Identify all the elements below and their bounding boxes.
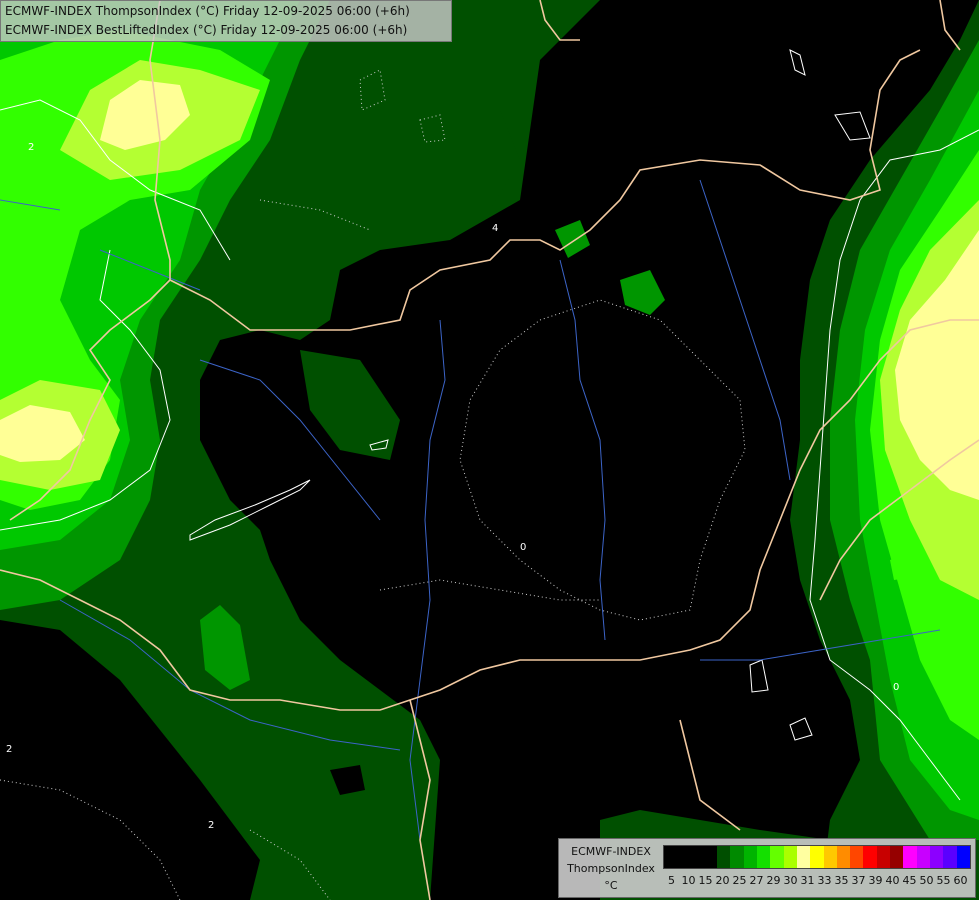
legend-tick-label: 33 xyxy=(817,874,832,887)
legend-unit: °C xyxy=(604,879,618,892)
legend-swatch xyxy=(664,846,678,868)
map-canvas: 2 2 2 4 0 0 xyxy=(0,0,979,900)
legend-tick-label: 27 xyxy=(749,874,764,887)
legend-tick-label: 20 xyxy=(715,874,730,887)
legend-swatch xyxy=(730,846,744,868)
legend-title-index: ThompsonIndex xyxy=(567,862,655,875)
contour-label-1: 2 xyxy=(28,142,34,153)
legend-tick-label: 45 xyxy=(902,874,917,887)
legend-tick-label: 40 xyxy=(885,874,900,887)
contour-label-3: 2 xyxy=(208,820,214,831)
legend-color-bar xyxy=(663,845,971,869)
legend-swatch xyxy=(916,846,930,868)
legend-swatch xyxy=(956,846,970,868)
legend-swatch xyxy=(783,846,797,868)
legend-swatch xyxy=(929,846,944,868)
legend-swatch xyxy=(943,846,957,868)
legend-tick-label: 35 xyxy=(834,874,849,887)
legend-swatch xyxy=(876,846,891,868)
legend-swatch xyxy=(850,846,864,868)
legend-tick-label: 31 xyxy=(800,874,815,887)
legend-swatch xyxy=(703,846,718,868)
legend-swatch xyxy=(890,846,904,868)
legend-swatch xyxy=(677,846,691,868)
legend-swatch xyxy=(770,846,784,868)
legend-tick-label: 50 xyxy=(919,874,934,887)
legend-swatch xyxy=(690,846,704,868)
legend-tick-label: 39 xyxy=(868,874,883,887)
contour-label-4: 4 xyxy=(492,223,498,234)
contour-label-5: 0 xyxy=(893,682,899,693)
legend-swatch xyxy=(717,846,731,868)
legend-tick-label: 5 xyxy=(668,874,675,887)
legend-tick-label: 30 xyxy=(783,874,798,887)
legend-swatch xyxy=(757,846,771,868)
map-title-box: ECMWF-INDEX ThompsonIndex (°C) Friday 12… xyxy=(0,0,452,42)
legend-swatch xyxy=(796,846,811,868)
legend-swatch xyxy=(743,846,758,868)
legend-tick-labels: 5 10 15 20 25 27 29 30 31 33 35 37 39 40 45 50 55 60 xyxy=(663,874,969,887)
legend-tick-label: 29 xyxy=(766,874,781,887)
contour-label-2: 2 xyxy=(6,744,12,755)
map-title-line-1: ECMWF-INDEX ThompsonIndex (°C) Friday 12… xyxy=(5,4,410,18)
color-legend: ECMWF-INDEX ThompsonIndex °C 5 10 15 20 25 27… xyxy=(558,838,976,898)
legend-tick-label: 10 xyxy=(681,874,696,887)
legend-swatch xyxy=(836,846,851,868)
map-title-line-2: ECMWF-INDEX BestLiftedIndex (°C) Friday … xyxy=(5,23,408,37)
contour-label-6: 0 xyxy=(520,542,526,553)
weather-map: 2 2 2 4 0 0 ECMWF-INDEX ThompsonIndex (°… xyxy=(0,0,979,900)
legend-title-model: ECMWF-INDEX xyxy=(571,845,651,858)
legend-tick-label: 37 xyxy=(851,874,866,887)
legend-swatch xyxy=(810,846,824,868)
legend-swatch xyxy=(823,846,837,868)
legend-tick-label: 25 xyxy=(732,874,747,887)
legend-tick-label: 60 xyxy=(953,874,968,887)
legend-tick-label: 55 xyxy=(936,874,951,887)
legend-swatch xyxy=(863,846,877,868)
legend-swatch xyxy=(903,846,917,868)
legend-tick-label: 15 xyxy=(698,874,713,887)
